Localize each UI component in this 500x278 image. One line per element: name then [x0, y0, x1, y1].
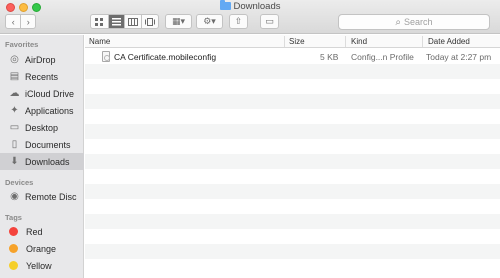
- column-view-button[interactable]: [124, 15, 141, 28]
- sidebar-item-label: iCloud Drive: [25, 88, 75, 99]
- sidebar-item-label: AirDrop: [25, 54, 56, 65]
- column-header-date-added[interactable]: Date Added: [428, 37, 470, 46]
- sidebar-item-icloud-drive[interactable]: ☁ iCloud Drive: [0, 85, 84, 102]
- sidebar-item-tag-yellow[interactable]: Yellow: [0, 257, 84, 274]
- share-button[interactable]: ⇧: [229, 14, 248, 29]
- column-divider[interactable]: [422, 36, 423, 47]
- sidebar-item-label: Recents: [25, 71, 59, 82]
- file-kind: Config...n Profile: [351, 52, 414, 62]
- empty-row: [85, 109, 500, 124]
- column-divider[interactable]: [284, 36, 285, 47]
- back-button[interactable]: ‹: [6, 15, 20, 28]
- window-toolbar: Downloads ‹ › ▦▾ ⚙▾ ⇧ ▭ ⌕ Search: [0, 0, 500, 34]
- empty-row: [85, 169, 500, 184]
- arrange-button[interactable]: ▦▾: [165, 14, 192, 29]
- sidebar-item-label: Red: [26, 226, 43, 237]
- tag-icon: ▭: [265, 16, 274, 26]
- sidebar-item-label: Applications: [25, 105, 74, 116]
- tags-header: Tags: [5, 213, 22, 222]
- sidebar-item-label: Remote Disc: [25, 191, 77, 202]
- empty-row: [85, 79, 500, 94]
- chevron-left-icon: ‹: [11, 16, 15, 27]
- forward-button[interactable]: ›: [20, 15, 35, 28]
- columns-icon: [128, 17, 139, 26]
- sidebar-item-label: Yellow: [26, 260, 52, 271]
- table-row[interactable]: CA Certificate.mobileconfig 5 KB Config.…: [85, 49, 500, 64]
- column-header-size[interactable]: Size: [289, 37, 305, 46]
- empty-row: [85, 229, 500, 244]
- file-name: CA Certificate.mobileconfig: [114, 52, 217, 62]
- downloads-icon: ⬇: [10, 156, 19, 167]
- sidebar-item-label: Orange: [26, 243, 57, 254]
- empty-row: [85, 124, 500, 139]
- sidebar-item-label: Documents: [25, 139, 71, 150]
- gear-icon: ⚙▾: [203, 16, 216, 26]
- edit-tags-button[interactable]: ▭: [260, 14, 279, 29]
- share-icon: ⇧: [234, 16, 243, 26]
- file-list: Name Size Kind Date Added CA Certificate…: [85, 35, 500, 278]
- sidebar-item-tag-red[interactable]: Red: [0, 223, 84, 240]
- orange-tag-dot-icon: [9, 244, 18, 253]
- chevron-right-icon: ›: [26, 16, 30, 27]
- window-title-text: Downloads: [233, 1, 281, 12]
- sidebar-item-applications[interactable]: ✦ Applications: [0, 102, 84, 119]
- empty-row: [85, 199, 500, 214]
- empty-row: [85, 214, 500, 229]
- desktop-icon: ▭: [9, 122, 20, 133]
- empty-row: [85, 184, 500, 199]
- cover-flow-view-button[interactable]: [141, 15, 158, 28]
- file-date-added: Today at 2:27 pm: [426, 52, 492, 62]
- empty-row: [85, 139, 500, 154]
- sidebar-item-downloads[interactable]: ⬇ Downloads: [0, 153, 84, 170]
- folder-icon: [219, 0, 231, 10]
- red-tag-dot-icon: [9, 227, 18, 236]
- sidebar: Favorites ◎ AirDrop ▤ Recents ☁ iCloud Driv…: [0, 35, 84, 278]
- documents-icon: ▯: [11, 139, 18, 150]
- search-placeholder: Search: [404, 17, 433, 27]
- file-size: 5 KB: [320, 52, 339, 62]
- sidebar-item-recents[interactable]: ▤ Recents: [0, 68, 84, 85]
- empty-row: [85, 94, 500, 109]
- sidebar-item-label: Desktop: [25, 122, 59, 133]
- column-header-row: Name Size Kind Date Added: [85, 35, 500, 48]
- list-view-button[interactable]: [107, 15, 125, 28]
- icon-grid-icon: [94, 17, 103, 26]
- devices-header: Devices: [5, 178, 34, 187]
- empty-row: [85, 259, 500, 274]
- column-header-kind[interactable]: Kind: [351, 37, 367, 46]
- navigation-buttons: ‹ ›: [5, 14, 36, 29]
- cloud-icon: ☁: [9, 88, 20, 99]
- sidebar-item-documents[interactable]: ▯ Documents: [0, 136, 84, 153]
- column-divider[interactable]: [345, 36, 346, 47]
- cover-flow-icon: [145, 17, 156, 26]
- config-file-icon: [102, 51, 110, 62]
- favorites-header: Favorites: [5, 40, 39, 49]
- icon-view-button[interactable]: [91, 15, 108, 28]
- window-title: Downloads: [0, 0, 500, 12]
- airdrop-icon: ◎: [10, 54, 19, 65]
- empty-row: [85, 244, 500, 259]
- empty-row: [85, 64, 500, 79]
- view-mode-selector: [90, 14, 159, 29]
- yellow-tag-dot-icon: [9, 261, 18, 270]
- sidebar-item-tag-orange[interactable]: Orange: [0, 240, 84, 257]
- recents-icon: ▤: [9, 71, 20, 82]
- column-header-name[interactable]: Name: [89, 37, 110, 46]
- list-icon: [112, 17, 122, 25]
- search-icon: ⌕: [395, 16, 402, 28]
- sidebar-item-label: Downloads: [25, 156, 70, 167]
- search-input[interactable]: ⌕ Search: [338, 14, 490, 30]
- sidebar-item-desktop[interactable]: ▭ Desktop: [0, 119, 84, 136]
- empty-row: [85, 154, 500, 169]
- action-button[interactable]: ⚙▾: [196, 14, 223, 29]
- arrange-icon: ▦▾: [171, 16, 186, 26]
- sidebar-item-remote-disc[interactable]: ◉ Remote Disc: [0, 188, 84, 205]
- applications-icon: ✦: [10, 105, 19, 116]
- sidebar-item-airdrop[interactable]: ◎ AirDrop: [0, 51, 84, 68]
- disc-icon: ◉: [10, 191, 19, 202]
